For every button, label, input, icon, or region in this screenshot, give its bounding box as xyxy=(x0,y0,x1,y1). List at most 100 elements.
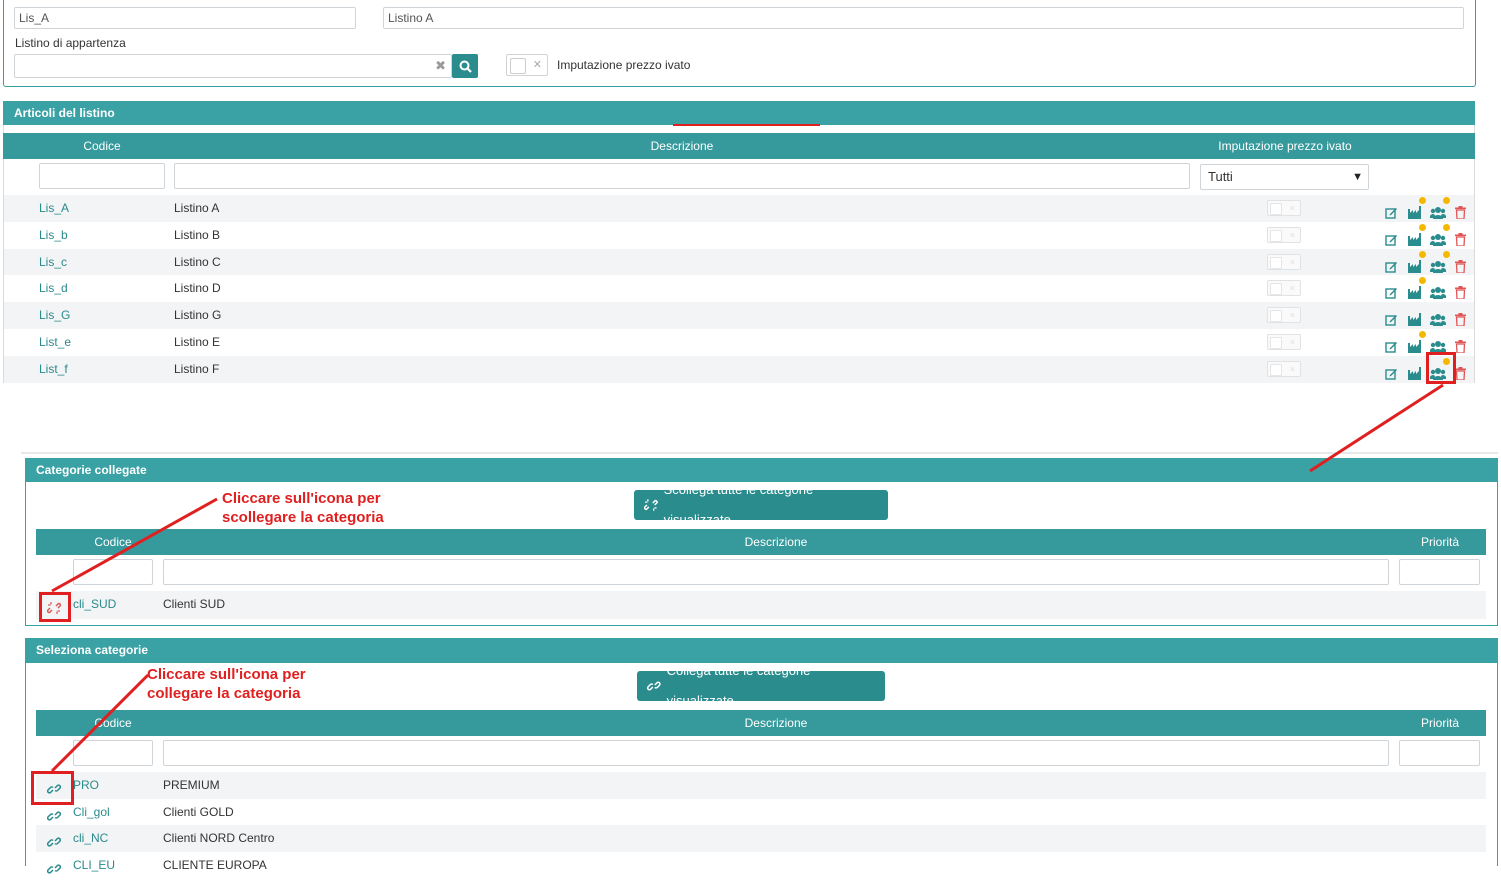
highlight-unlink-icon xyxy=(39,592,71,622)
trash-icon[interactable] xyxy=(1455,309,1466,327)
collegate-filter-priorita[interactable] xyxy=(1399,559,1480,585)
trash-icon[interactable] xyxy=(1455,363,1466,381)
edit-icon[interactable] xyxy=(1385,229,1398,246)
articoli-row: Lis_b Listino B xyxy=(4,221,1474,249)
trash-icon[interactable] xyxy=(1455,202,1466,220)
col-descrizione[interactable]: Descrizione xyxy=(169,133,1195,159)
chevron-down-icon: ▼ xyxy=(1352,171,1363,183)
articoli-row: Lis_c Listino C xyxy=(4,248,1474,276)
collegate-filter-descrizione[interactable] xyxy=(163,559,1389,585)
collegate-code[interactable]: cli_SUD xyxy=(73,591,116,618)
articolo-desc: Listino A xyxy=(174,201,220,215)
factory-icon[interactable] xyxy=(1408,250,1426,273)
seleziona-col-descrizione[interactable]: Descrizione xyxy=(158,710,1394,736)
col-imputazione[interactable]: Imputazione prezzo ivato xyxy=(1195,133,1375,159)
annotation-link: Cliccare sull'icona per collegare la cat… xyxy=(147,665,306,703)
scollega-tutte-label: Scollega tutte le categorie visualizzate xyxy=(663,482,814,527)
collegate-col-descrizione[interactable]: Descrizione xyxy=(158,529,1394,555)
descrizione-field[interactable]: Listino A xyxy=(383,7,1464,29)
collegate-col-codice[interactable]: Codice xyxy=(68,529,158,555)
trash-icon[interactable] xyxy=(1455,256,1466,274)
articolo-code[interactable]: List_e xyxy=(39,329,71,356)
seleziona-desc: Clienti GOLD xyxy=(163,804,234,819)
users-icon[interactable] xyxy=(1429,223,1450,246)
trash-icon[interactable] xyxy=(1455,336,1466,354)
articolo-desc: Listino B xyxy=(174,227,221,242)
collegate-col-priorita[interactable]: Priorità xyxy=(1394,529,1486,555)
filter-descrizione[interactable] xyxy=(174,163,1190,189)
col-codice[interactable]: Codice xyxy=(35,133,169,159)
search-button[interactable] xyxy=(452,54,478,78)
seleziona-code[interactable]: Cli_gol xyxy=(73,799,110,826)
row-imputazione-toggle[interactable] xyxy=(1267,360,1301,377)
listino-appartenza-field[interactable]: ✖ xyxy=(14,54,452,78)
articoli-row: List_f Listino F xyxy=(4,355,1474,383)
articolo-code[interactable]: Lis_A xyxy=(39,195,69,222)
row-imputazione-toggle[interactable] xyxy=(1267,280,1301,297)
collegate-filter-codice[interactable] xyxy=(73,559,153,585)
users-icon[interactable] xyxy=(1429,250,1450,273)
annotation-link-line1: Cliccare sull'icona per xyxy=(147,666,306,683)
seleziona-col-codice[interactable]: Codice xyxy=(68,710,158,736)
articolo-desc: Listino F xyxy=(174,361,220,376)
edit-icon[interactable] xyxy=(1385,363,1398,380)
users-icon[interactable] xyxy=(1429,309,1447,327)
factory-icon[interactable] xyxy=(1408,223,1426,246)
link-icon[interactable] xyxy=(46,859,62,874)
clear-icon[interactable]: ✖ xyxy=(435,56,446,76)
annotation-unlink: Cliccare sull'icona per scollegare la ca… xyxy=(222,489,384,527)
imputazione-toggle[interactable]: ✕ xyxy=(506,54,548,76)
users-icon[interactable] xyxy=(1429,336,1447,353)
link-icon[interactable] xyxy=(46,832,62,847)
collega-tutte-button[interactable]: Collega tutte le categorie visualizzate xyxy=(637,663,885,708)
row-imputazione-toggle[interactable] xyxy=(1267,253,1301,270)
seleziona-code[interactable]: cli_NC xyxy=(73,825,108,852)
factory-icon[interactable] xyxy=(1408,331,1426,353)
articoli-row: List_e Listino E xyxy=(4,329,1474,356)
articolo-code[interactable]: List_f xyxy=(39,356,68,383)
edit-icon[interactable] xyxy=(1385,202,1398,219)
articolo-code[interactable]: Lis_d xyxy=(39,275,68,302)
users-icon[interactable] xyxy=(1429,282,1447,300)
collegate-row: cli_SUD Clienti SUD xyxy=(36,591,1486,619)
row-imputazione-toggle[interactable] xyxy=(1267,200,1301,216)
seleziona-filter-descrizione[interactable] xyxy=(163,740,1389,766)
codice-field[interactable]: Lis_A xyxy=(14,7,356,29)
articoli-row: Lis_d Listino D xyxy=(4,275,1474,303)
articoli-panel-title: Articoli del listino xyxy=(3,101,1475,125)
factory-icon[interactable] xyxy=(1408,277,1426,300)
scroll-indicator xyxy=(673,124,820,126)
seleziona-filter-priorita[interactable] xyxy=(1399,740,1480,766)
scollega-tutte-button[interactable]: Scollega tutte le categorie visualizzate xyxy=(634,482,888,527)
link-icon xyxy=(647,681,661,691)
edit-icon[interactable] xyxy=(1385,256,1398,273)
articolo-desc: Listino C xyxy=(174,254,221,269)
articolo-code[interactable]: Lis_b xyxy=(39,222,68,249)
edit-icon[interactable] xyxy=(1385,336,1398,353)
factory-icon[interactable] xyxy=(1408,363,1422,380)
trash-icon[interactable] xyxy=(1455,282,1466,301)
codice-field-value: Lis_A xyxy=(19,11,50,25)
filter-codice[interactable] xyxy=(39,163,165,189)
descrizione-field-value: Listino A xyxy=(388,11,434,25)
row-imputazione-toggle[interactable] xyxy=(1267,307,1301,324)
link-icon[interactable] xyxy=(46,806,62,821)
seleziona-row: cli_NC Clienti NORD Centro xyxy=(36,825,1486,853)
seleziona-code[interactable]: PRO xyxy=(73,772,99,799)
seleziona-filter-codice[interactable] xyxy=(73,740,153,766)
filter-select-value: Tutti xyxy=(1208,169,1233,184)
row-imputazione-toggle[interactable] xyxy=(1267,334,1301,350)
articolo-code[interactable]: Lis_G xyxy=(39,302,70,329)
articolo-desc: Listino E xyxy=(174,335,221,349)
factory-icon[interactable] xyxy=(1408,197,1426,219)
factory-icon[interactable] xyxy=(1408,309,1422,327)
articolo-code[interactable]: Lis_c xyxy=(39,249,67,276)
trash-icon[interactable] xyxy=(1455,229,1466,247)
articoli-row: Lis_A Listino A xyxy=(4,195,1474,222)
users-icon[interactable] xyxy=(1429,197,1450,219)
row-imputazione-toggle[interactable] xyxy=(1267,226,1301,243)
seleziona-col-priorita[interactable]: Priorità xyxy=(1394,710,1486,736)
edit-icon[interactable] xyxy=(1385,309,1398,326)
filter-imputazione-select[interactable]: Tutti ▼ xyxy=(1200,164,1369,190)
edit-icon[interactable] xyxy=(1385,282,1398,300)
